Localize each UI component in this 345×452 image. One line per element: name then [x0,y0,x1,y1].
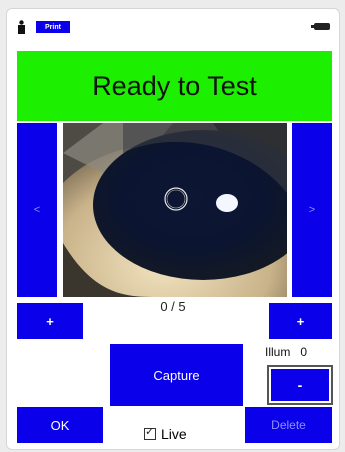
device-screen: Print Ready to Test < > + 0 / 5 + Captur… [6,8,340,450]
battery-icon [311,23,330,30]
illum-label: Illum [265,345,291,359]
capture-button[interactable]: Capture [110,344,243,406]
live-label: Live [161,426,187,442]
plus-right-label: + [296,313,305,329]
eye-image [63,123,287,297]
image-counter: 0 / 5 [127,295,219,317]
illum-decrease-button[interactable]: - [271,369,329,401]
previous-image-button[interactable]: < [17,123,57,297]
status-banner: Ready to Test [17,51,332,121]
operator-icon [18,20,25,34]
minus-label: - [297,377,303,393]
print-button[interactable]: Print [36,21,70,33]
image-counter-text: 0 / 5 [160,298,186,314]
eye-camera-view [63,123,287,297]
illum-value: 0 [300,345,308,359]
illum-readout: Illum 0 [265,345,335,361]
live-toggle[interactable]: Live [144,425,204,443]
previous-arrow-icon: < [33,204,41,216]
increase-right-button[interactable]: + [269,303,332,339]
ok-button[interactable]: OK [17,407,103,443]
status-text: Ready to Test [92,70,257,101]
next-image-button[interactable]: > [292,123,332,297]
delete-button[interactable]: Delete [245,407,332,443]
illum-decrease-frame: - [267,365,333,405]
capture-button-label: Capture [153,367,200,383]
ok-button-label: OK [50,417,70,433]
plus-left-label: + [46,313,54,329]
delete-button-label: Delete [271,418,306,432]
next-arrow-icon: > [308,204,316,216]
increase-left-button[interactable]: + [17,303,83,339]
print-button-label: Print [45,23,61,31]
live-checkbox[interactable] [144,425,156,440]
